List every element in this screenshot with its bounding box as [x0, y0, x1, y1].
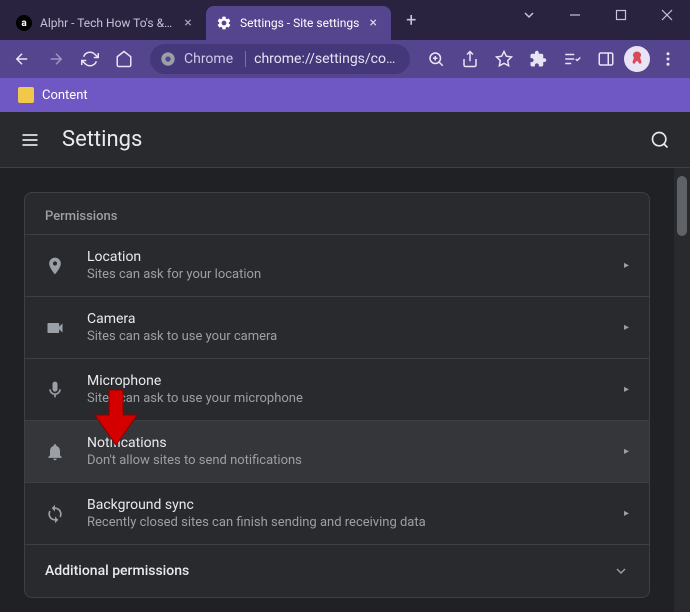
mic-icon	[45, 380, 65, 400]
tab-alphr[interactable]: a Alphr - Tech How To's & G ×	[6, 6, 206, 40]
separator	[245, 51, 246, 67]
permission-text: Background sync Recently closed sites ca…	[87, 497, 624, 530]
side-panel-icon[interactable]	[590, 43, 622, 75]
bookmark-content[interactable]: Content	[10, 83, 96, 107]
titlebar: a Alphr - Tech How To's & G × Settings -…	[0, 0, 690, 40]
alphr-favicon: a	[16, 15, 32, 31]
permission-location[interactable]: Location Sites can ask for your location…	[25, 234, 649, 296]
bell-icon	[45, 442, 65, 462]
bookmark-label: Content	[42, 88, 88, 103]
reload-button[interactable]	[74, 43, 106, 75]
profile-avatar[interactable]	[624, 46, 650, 72]
home-button[interactable]	[108, 43, 140, 75]
section-title: Permissions	[25, 193, 649, 234]
chrome-icon	[160, 51, 176, 67]
window-controls	[506, 0, 690, 34]
forward-button[interactable]	[40, 43, 72, 75]
permission-title: Camera	[87, 311, 624, 327]
permission-title: Notifications	[87, 435, 624, 451]
chevron-down-icon	[613, 563, 629, 579]
camera-icon	[45, 318, 65, 338]
permission-camera[interactable]: Camera Sites can ask to use your camera …	[25, 296, 649, 358]
permission-text: Location Sites can ask for your location	[87, 249, 624, 282]
permission-microphone[interactable]: Microphone Sites can ask to use your mic…	[25, 358, 649, 420]
permission-desc: Sites can ask to use your camera	[87, 329, 624, 344]
minimize-button[interactable]	[552, 0, 598, 30]
url-prefix: Chrome	[184, 51, 233, 67]
back-button[interactable]	[6, 43, 38, 75]
content-wrapper: Permissions Location Sites can ask for y…	[0, 168, 690, 612]
tab-settings[interactable]: Settings - Site settings ×	[206, 6, 391, 40]
permission-background-sync[interactable]: Background sync Recently closed sites ca…	[25, 482, 649, 544]
share-icon[interactable]	[454, 43, 486, 75]
url-text: chrome://settings/co…	[254, 51, 395, 67]
close-icon[interactable]: ×	[180, 15, 196, 31]
scrollbar[interactable]	[674, 168, 690, 612]
menu-dots-icon[interactable]	[652, 43, 684, 75]
permission-notifications[interactable]: Notifications Don't allow sites to send …	[25, 420, 649, 482]
tabs: a Alphr - Tech How To's & G × Settings -…	[6, 6, 391, 40]
permission-desc: Don't allow sites to send notifications	[87, 453, 624, 468]
new-tab-button[interactable]: +	[397, 6, 425, 34]
tab-title: Alphr - Tech How To's & G	[40, 16, 174, 30]
scrollbar-thumb[interactable]	[677, 176, 687, 236]
toolbar: Chrome chrome://settings/co…	[0, 40, 690, 78]
chevron-right-icon: ▸	[624, 446, 629, 457]
bookmarks-bar: Content	[0, 78, 690, 112]
chevron-right-icon: ▸	[624, 260, 629, 271]
settings-header: Settings	[0, 112, 690, 168]
permission-title: Microphone	[87, 373, 624, 389]
chevron-right-icon: ▸	[624, 508, 629, 519]
additional-title: Additional permissions	[45, 563, 613, 579]
page-title: Settings	[62, 127, 648, 152]
permission-title: Location	[87, 249, 624, 265]
hamburger-menu-icon[interactable]	[18, 128, 42, 152]
bookmark-star-icon[interactable]	[488, 43, 520, 75]
tab-title: Settings - Site settings	[240, 16, 359, 30]
permission-text: Notifications Don't allow sites to send …	[87, 435, 624, 468]
permission-text: Microphone Sites can ask to use your mic…	[87, 373, 624, 406]
permission-desc: Recently closed sites can finish sending…	[87, 515, 624, 530]
permissions-card: Permissions Location Sites can ask for y…	[24, 192, 650, 598]
chevron-right-icon: ▸	[624, 322, 629, 333]
additional-permissions[interactable]: Additional permissions	[25, 544, 649, 597]
folder-icon	[18, 87, 34, 103]
close-window-button[interactable]	[644, 0, 690, 30]
location-icon	[45, 256, 65, 276]
chevron-down-icon[interactable]	[506, 0, 552, 30]
gear-icon	[216, 15, 232, 31]
chevron-right-icon: ▸	[624, 384, 629, 395]
permission-desc: Sites can ask for your location	[87, 267, 624, 282]
reading-list-icon[interactable]	[556, 43, 588, 75]
omnibox[interactable]: Chrome chrome://settings/co…	[150, 44, 410, 74]
zoom-icon[interactable]	[420, 43, 452, 75]
search-icon[interactable]	[648, 128, 672, 152]
close-icon[interactable]: ×	[365, 15, 381, 31]
permission-desc: Sites can ask to use your microphone	[87, 391, 624, 406]
sync-icon	[45, 504, 65, 524]
maximize-button[interactable]	[598, 0, 644, 30]
content: Permissions Location Sites can ask for y…	[0, 168, 674, 612]
permission-title: Background sync	[87, 497, 624, 513]
permission-text: Camera Sites can ask to use your camera	[87, 311, 624, 344]
extensions-icon[interactable]	[522, 43, 554, 75]
